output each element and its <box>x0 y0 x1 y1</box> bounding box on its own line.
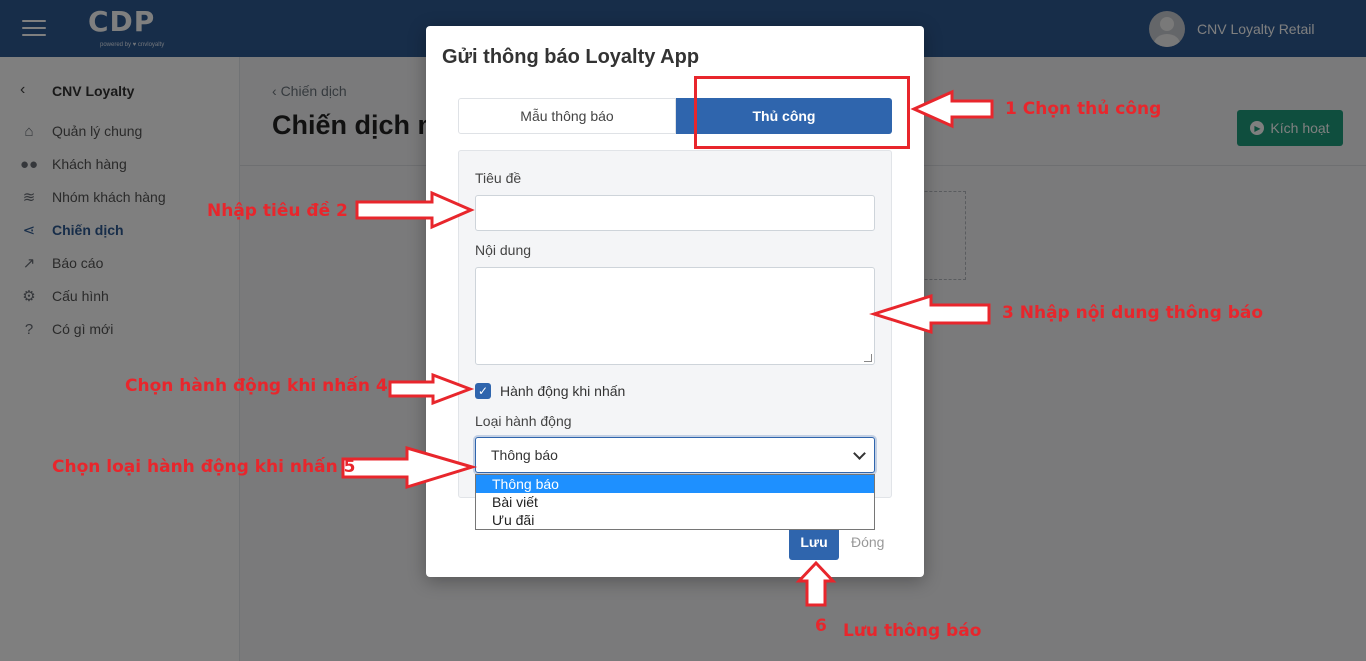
annotation-2: Nhập tiêu đề 2 <box>207 201 348 221</box>
annotation-3: 3 Nhập nội dung thông báo <box>1002 303 1264 323</box>
annotation-6: Lưu thông báo <box>843 621 982 641</box>
arrow-1-icon <box>910 89 994 129</box>
annotation-1: 1 Chọn thủ công <box>1005 99 1162 119</box>
annotation-5: Chọn loại hành động khi nhấn 5 <box>52 457 356 477</box>
annotation-4: Chọn hành động khi nhấn 4 <box>125 376 388 396</box>
arrow-3-icon <box>869 293 991 335</box>
annotation-6-number: 6 <box>815 616 827 636</box>
arrow-5-icon <box>341 445 478 490</box>
arrow-6-icon <box>795 560 837 607</box>
arrow-2-icon <box>355 190 475 230</box>
arrow-4-icon <box>388 372 475 406</box>
